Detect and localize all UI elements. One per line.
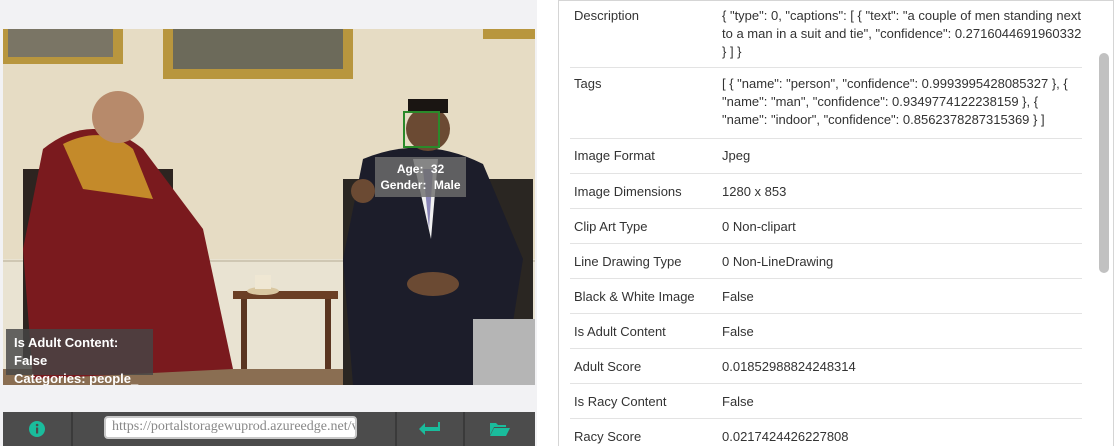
result-row: Is Adult Content False (570, 314, 1082, 349)
result-key: Black & White Image (574, 289, 695, 304)
result-key: Is Adult Content (574, 324, 666, 339)
image-toolbar: https://portalstoragewuprod.azureedge.ne… (3, 412, 535, 446)
result-value: 0 Non-LineDrawing (722, 254, 834, 269)
gender-value: Male (433, 178, 461, 192)
folder-open-icon (490, 423, 510, 436)
info-button[interactable] (3, 412, 71, 446)
result-key: Line Drawing Type (574, 254, 682, 269)
result-row: Image Format Jpeg (570, 139, 1082, 174)
analysis-results-panel: Description { "type": 0, "captions": [ { … (558, 0, 1114, 446)
result-value: 1280 x 853 (722, 184, 787, 199)
result-value: False (722, 324, 754, 339)
result-row: Clip Art Type 0 Non-clipart (570, 209, 1082, 244)
result-row: Tags [ { "name": "person", "confidence": … (570, 68, 1082, 139)
gender-label: Gender: (380, 178, 427, 192)
result-row: Line Drawing Type 0 Non-LineDrawing (570, 244, 1082, 279)
result-row: Description { "type": 0, "captions": [ { … (570, 1, 1082, 68)
result-value: [ { "name": "person", "confidence": 0.99… (722, 76, 1068, 127)
result-value: 0.0217424426227808 (722, 429, 849, 444)
result-row: Black & White Image False (570, 279, 1082, 314)
result-row: Is Racy Content False (570, 384, 1082, 419)
result-key: Description (574, 8, 640, 23)
result-value: 0 Non-clipart (722, 219, 796, 234)
face-attributes-label: Age: 32 Gender: Male (375, 157, 466, 197)
analyzed-photo: Age: 32 Gender: Male Is Adult Content: F… (3, 29, 535, 385)
face-detection-box (403, 111, 440, 148)
result-value: { "type": 0, "captions": [ { "text": "a … (722, 8, 1082, 59)
enter-icon (419, 422, 440, 435)
result-value: False (722, 394, 754, 409)
result-key: Image Format (574, 148, 655, 163)
result-key: Image Dimensions (574, 184, 682, 199)
result-key: Is Racy Content (574, 394, 667, 409)
adult-content-line: Is Adult Content: False (14, 335, 119, 368)
result-value: 0.01852988824248314 (722, 359, 856, 374)
age-label: Age: (396, 162, 424, 176)
result-value: Jpeg (722, 148, 751, 163)
categories-line: Categories: people_ (14, 371, 139, 385)
info-icon (29, 421, 45, 437)
age-value: 32 (430, 162, 445, 176)
scrollbar-thumb[interactable] (1099, 53, 1109, 273)
result-key: Tags (574, 76, 602, 91)
result-key: Clip Art Type (574, 219, 648, 234)
image-panel: Age: 32 Gender: Male Is Adult Content: F… (0, 0, 537, 446)
result-key: Adult Score (574, 359, 642, 374)
toolbar-divider (71, 412, 73, 446)
image-url-input[interactable]: https://portalstoragewuprod.azureedge.ne… (104, 416, 357, 439)
adult-content-overlay: Is Adult Content: False Categories: peop… (6, 329, 153, 385)
result-row: Adult Score 0.01852988824248314 (570, 349, 1082, 384)
results-scrollbar[interactable] (1099, 1, 1109, 446)
result-value: False (722, 289, 754, 304)
browse-file-button[interactable] (465, 412, 535, 446)
submit-url-button[interactable] (397, 412, 463, 446)
result-row: Racy Score 0.0217424426227808 (570, 419, 1082, 446)
result-row: Image Dimensions 1280 x 853 (570, 174, 1082, 209)
result-key: Racy Score (574, 429, 642, 444)
results-table: Description { "type": 0, "captions": [ { … (570, 1, 1082, 446)
